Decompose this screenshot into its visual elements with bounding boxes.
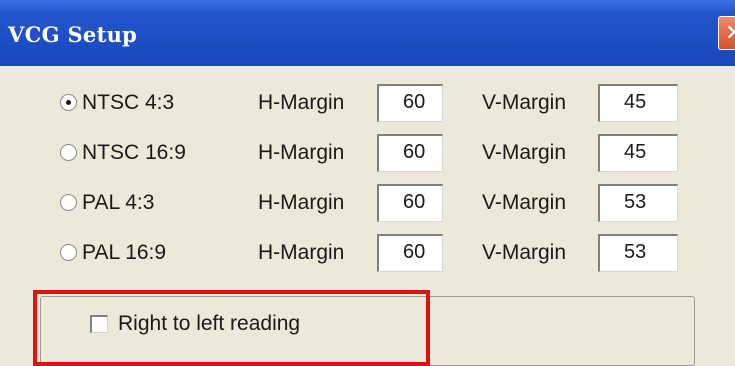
v-margin-input[interactable]: 45 [598, 134, 678, 172]
mode-label[interactable]: PAL 4:3 [82, 191, 154, 215]
mode-row-pal-16-9: PAL 16:9 H-Margin 60 V-Margin 53 [0, 232, 735, 276]
v-margin-input[interactable]: 53 [598, 184, 678, 222]
h-margin-input[interactable]: 60 [377, 184, 443, 222]
h-margin-label: H-Margin [258, 241, 345, 264]
title-bar[interactable]: VCG Setup ✕ [0, 0, 735, 66]
v-margin-input[interactable]: 45 [598, 84, 678, 122]
radio-pal-16-9[interactable] [60, 244, 77, 261]
close-icon: ✕ [725, 20, 735, 45]
highlight-annotation [33, 290, 430, 366]
window-title: VCG Setup [8, 22, 138, 47]
h-margin-label: H-Margin [258, 91, 345, 114]
mode-label[interactable]: NTSC 4:3 [82, 91, 174, 115]
h-margin-label: H-Margin [258, 141, 345, 164]
mode-row-ntsc-4-3: NTSC 4:3 H-Margin 60 V-Margin 45 [0, 82, 735, 126]
radio-ntsc-4-3[interactable] [60, 94, 77, 111]
mode-label[interactable]: NTSC 16:9 [82, 141, 186, 165]
v-margin-label: V-Margin [482, 191, 567, 214]
h-margin-input[interactable]: 60 [377, 84, 443, 122]
v-margin-label: V-Margin [482, 241, 567, 264]
radio-ntsc-16-9[interactable] [60, 144, 77, 161]
radio-pal-4-3[interactable] [60, 194, 77, 211]
v-margin-label: V-Margin [482, 141, 567, 164]
v-margin-input[interactable]: 53 [598, 234, 678, 272]
mode-row-pal-4-3: PAL 4:3 H-Margin 60 V-Margin 53 [0, 182, 735, 226]
h-margin-input[interactable]: 60 [377, 234, 443, 272]
v-margin-label: V-Margin [482, 91, 567, 114]
h-margin-input[interactable]: 60 [377, 134, 443, 172]
mode-label[interactable]: PAL 16:9 [82, 241, 166, 265]
mode-row-ntsc-16-9: NTSC 16:9 H-Margin 60 V-Margin 45 [0, 132, 735, 176]
close-button[interactable]: ✕ [718, 16, 735, 50]
h-margin-label: H-Margin [258, 191, 345, 214]
